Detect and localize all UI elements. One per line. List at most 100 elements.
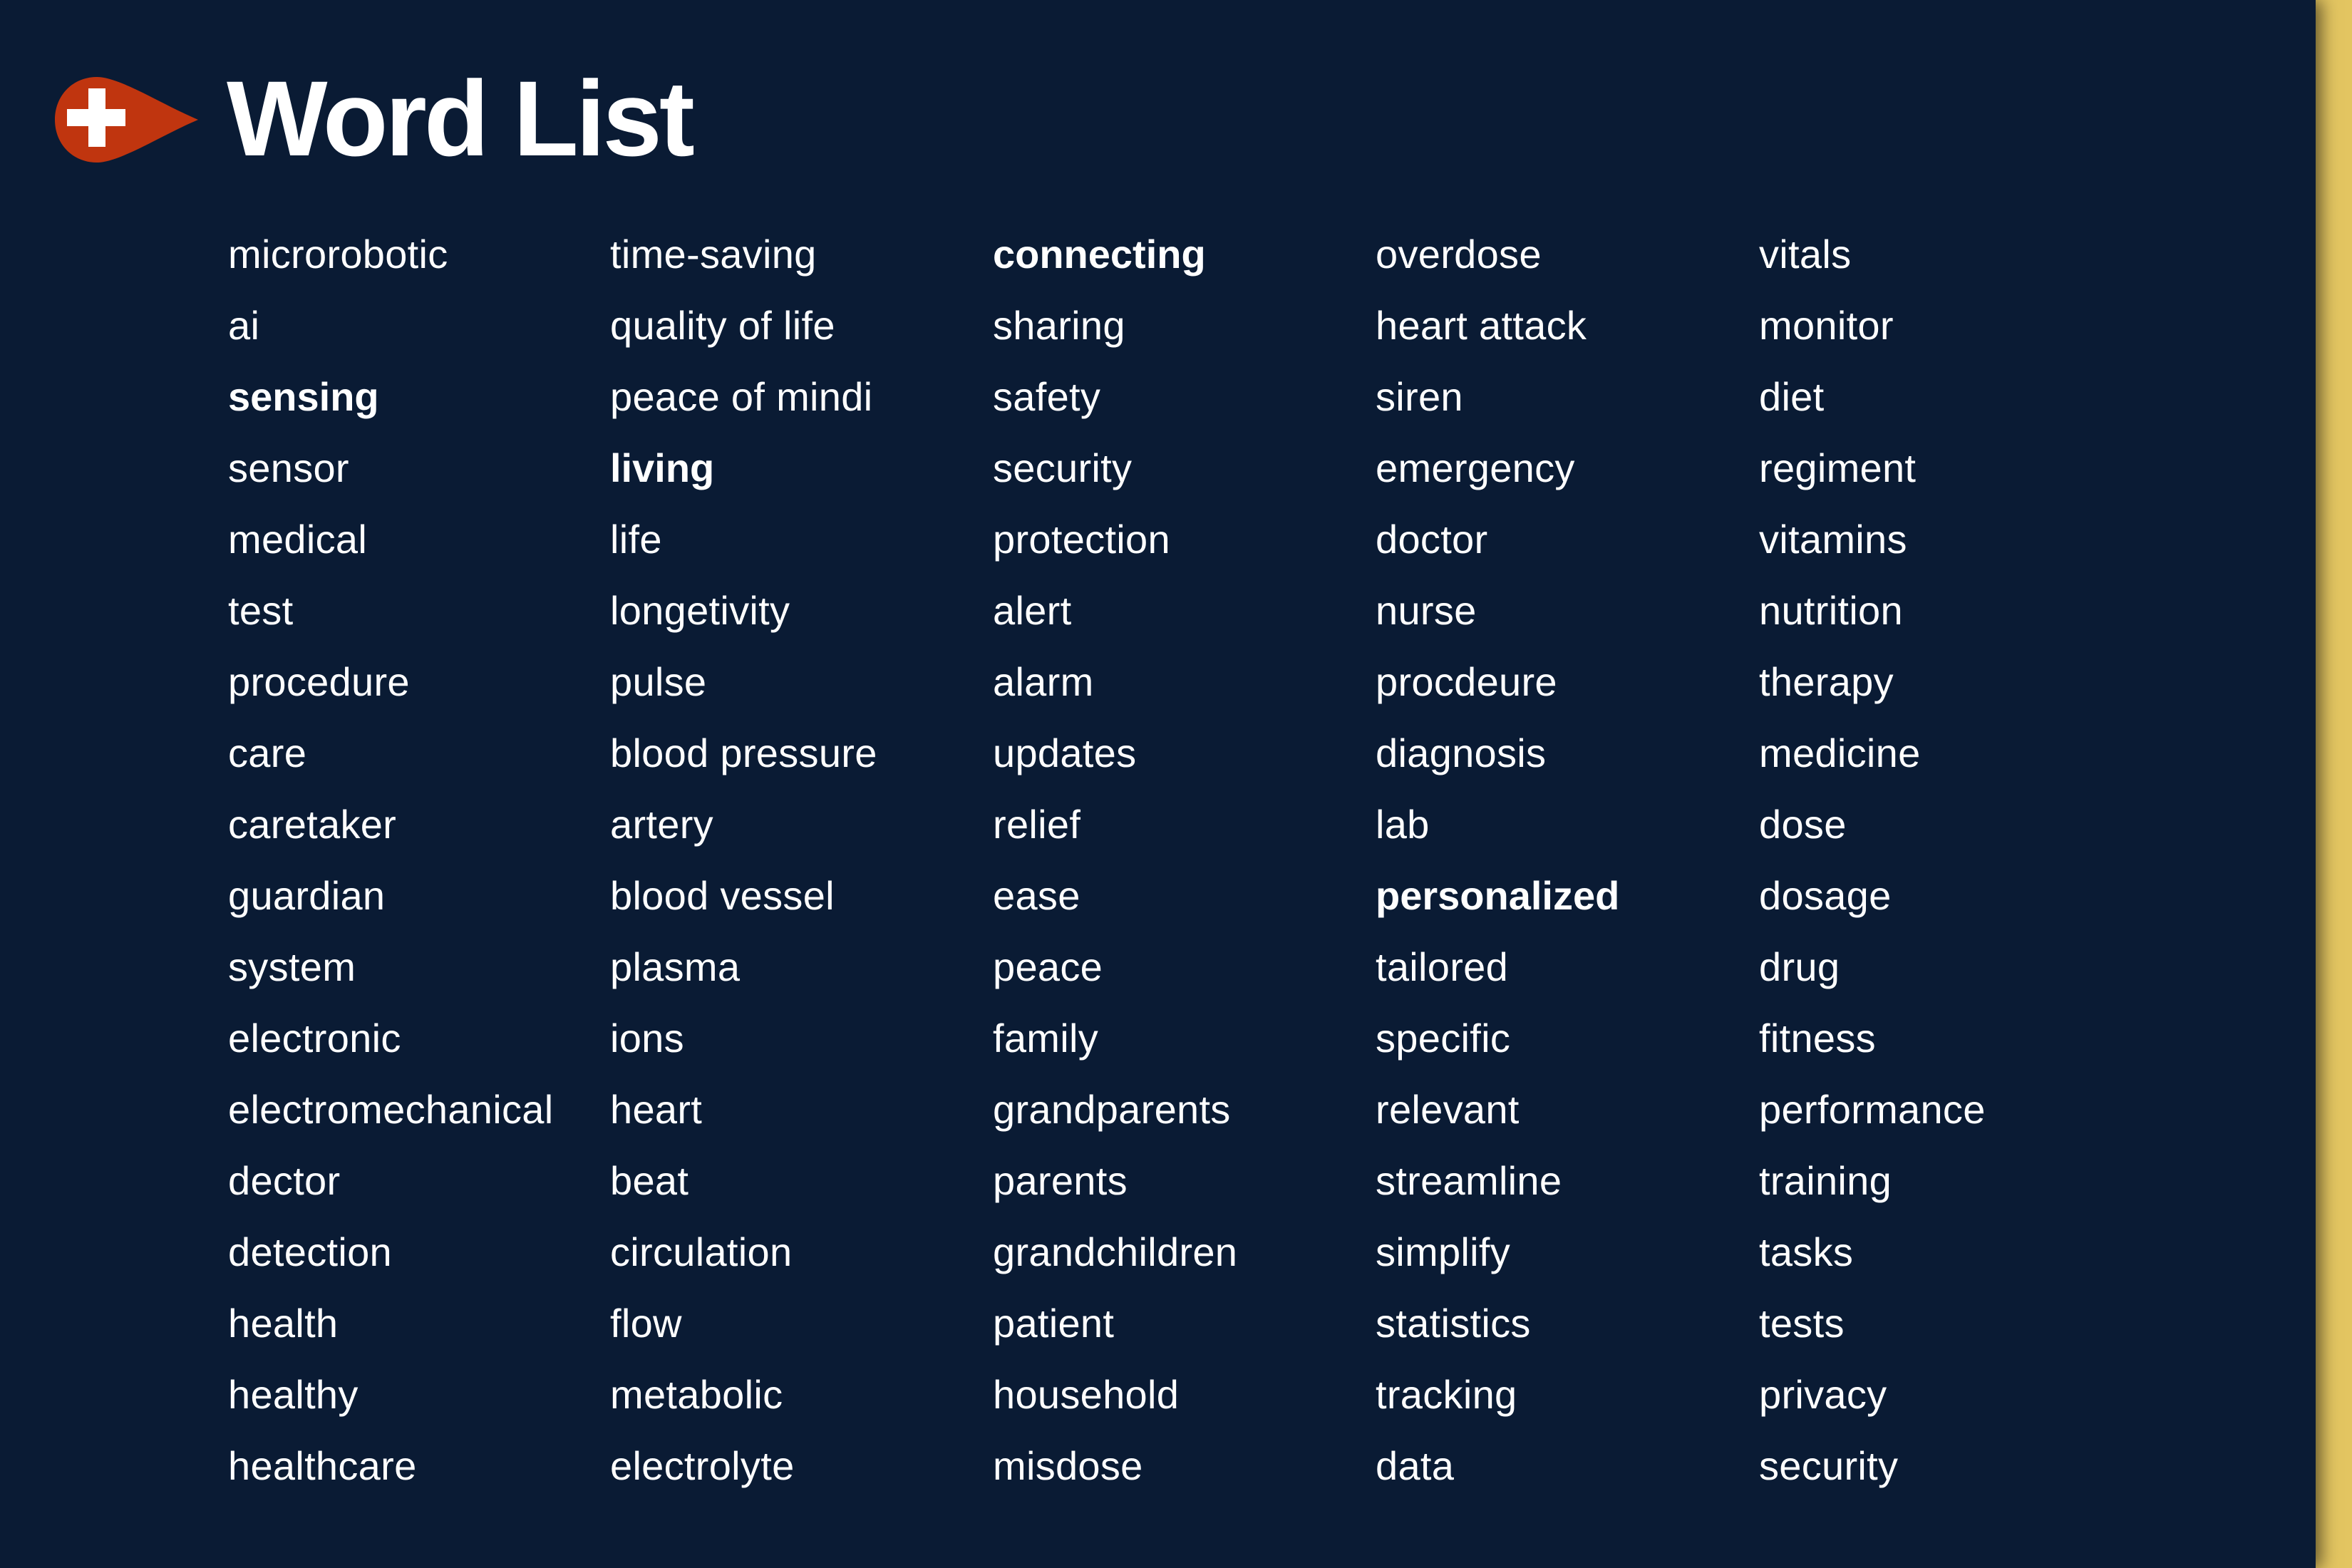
list-item-word: vitamins [1759, 517, 1907, 562]
list-item-word: microrobotic [228, 232, 448, 277]
list-item-word: family [993, 1016, 1099, 1061]
list-item-word: security [993, 445, 1133, 490]
content-panel: Word List microrobotic ai sensing sensor med… [0, 0, 2316, 1568]
list-item-word: tests [1759, 1301, 1845, 1346]
list-item-word: grandchildren [993, 1229, 1238, 1274]
list-item-word: system [228, 944, 356, 989]
list-item-word: procedure [228, 659, 410, 704]
list-item-word: electronic [228, 1016, 401, 1061]
list-item-word: diet [1759, 374, 1825, 419]
list-item-word: medicine [1759, 731, 1921, 775]
list-item-word: metabolic [610, 1372, 783, 1417]
list-item-word: pulse [610, 659, 707, 704]
list-item-word: security [1759, 1443, 1899, 1488]
word-column-4: overdose heart attack siren emergency doctor… [1376, 228, 1619, 1511]
list-item-word: lab [1376, 802, 1430, 847]
list-item-word: dosage [1759, 873, 1892, 918]
list-item-word: statistics [1376, 1301, 1531, 1346]
list-item-word: simplify [1376, 1229, 1511, 1274]
list-item-word: doctor [1376, 517, 1488, 562]
list-item-word: fitness [1759, 1016, 1876, 1061]
list-item-word: heart [610, 1087, 703, 1132]
list-item-word: vitals [1759, 232, 1852, 277]
list-item-word: electrolyte [610, 1443, 795, 1488]
medical-cross-droplet-icon [55, 77, 198, 163]
list-item-word: sharing [993, 303, 1125, 348]
list-item-word: diagnosis [1376, 731, 1547, 775]
list-item-word: quality of life [610, 303, 835, 348]
category-heading-word: personalized [1376, 873, 1620, 918]
list-item-word: alert [993, 588, 1072, 633]
list-item-word: relief [993, 802, 1081, 847]
list-item-word: therapy [1759, 659, 1894, 704]
list-item-word: heart attack [1376, 303, 1587, 348]
list-item-word: life [610, 517, 662, 562]
list-item-word: nurse [1376, 588, 1477, 633]
list-item-word: regiment [1759, 445, 1917, 490]
list-item-word: electromechanical [228, 1087, 554, 1132]
list-item-word: protection [993, 517, 1170, 562]
list-item-word: peace [993, 944, 1103, 989]
list-item-word: circulation [610, 1229, 793, 1274]
list-item-word: artery [610, 802, 713, 847]
list-item-word: sensor [228, 445, 349, 490]
list-item-word: ions [610, 1016, 684, 1061]
accent-strip [2316, 0, 2352, 1568]
list-item-word: training [1759, 1158, 1892, 1203]
list-item-word: ai [228, 303, 260, 348]
list-item-word: monitor [1759, 303, 1894, 348]
list-item-word: time-saving [610, 232, 817, 277]
list-item-word: patient [993, 1301, 1115, 1346]
list-item-word: relevant [1376, 1087, 1520, 1132]
list-item-word: plasma [610, 944, 741, 989]
list-item-word: specific [1376, 1016, 1511, 1061]
category-heading-word: sensing [228, 374, 379, 419]
list-item-word: dose [1759, 802, 1847, 847]
list-item-word: tracking [1376, 1372, 1517, 1417]
list-item-word: drug [1759, 944, 1840, 989]
category-heading-word: connecting [993, 232, 1206, 277]
list-item-word: alarm [993, 659, 1094, 704]
list-item-word: siren [1376, 374, 1463, 419]
list-item-word: updates [993, 731, 1137, 775]
list-item-word: longetivity [610, 588, 790, 633]
list-item-word: misdose [993, 1443, 1143, 1488]
list-item-word: blood vessel [610, 873, 835, 918]
word-list-slide: Word List microrobotic ai sensing sensor med… [0, 0, 2352, 1568]
list-item-word: care [228, 731, 307, 775]
list-item-word: dector [228, 1158, 341, 1203]
list-item-word: privacy [1759, 1372, 1887, 1417]
list-item-word: nutrition [1759, 588, 1903, 633]
list-item-word: guardian [228, 873, 386, 918]
list-item-word: household [993, 1372, 1180, 1417]
list-item-word: blood pressure [610, 731, 877, 775]
page-title: Word List [227, 58, 695, 178]
word-column-1: microrobotic ai sensing sensor medical test pr… [228, 228, 553, 1511]
list-item-word: performance [1759, 1087, 1986, 1132]
list-item-word: beat [610, 1158, 689, 1203]
word-column-2: time-saving quality of life peace of mindi… [610, 228, 877, 1511]
list-item-word: health [228, 1301, 339, 1346]
list-item-word: emergency [1376, 445, 1575, 490]
category-heading-word: living [610, 445, 715, 490]
cross-horizontal-bar [67, 109, 125, 126]
list-item-word: safety [993, 374, 1101, 419]
list-item-word: tailored [1376, 944, 1509, 989]
list-item-word: medical [228, 517, 368, 562]
list-item-word: parents [993, 1158, 1128, 1203]
list-item-word: caretaker [228, 802, 397, 847]
list-item-word: data [1376, 1443, 1455, 1488]
list-item-word: tasks [1759, 1229, 1854, 1274]
list-item-word: procdeure [1376, 659, 1557, 704]
list-item-word: flow [610, 1301, 682, 1346]
list-item-word: streamline [1376, 1158, 1562, 1203]
list-item-word: peace of mindi [610, 374, 873, 419]
list-item-word: healthy [228, 1372, 359, 1417]
list-item-word: healthcare [228, 1443, 417, 1488]
word-column-3: connecting sharing safety security protectio… [993, 228, 1237, 1511]
word-column-5: vitals monitor diet regiment vitamins nutriti… [1759, 228, 1986, 1511]
list-item-word: overdose [1376, 232, 1542, 277]
list-item-word: test [228, 588, 294, 633]
list-item-word: detection [228, 1229, 392, 1274]
list-item-word: ease [993, 873, 1080, 918]
